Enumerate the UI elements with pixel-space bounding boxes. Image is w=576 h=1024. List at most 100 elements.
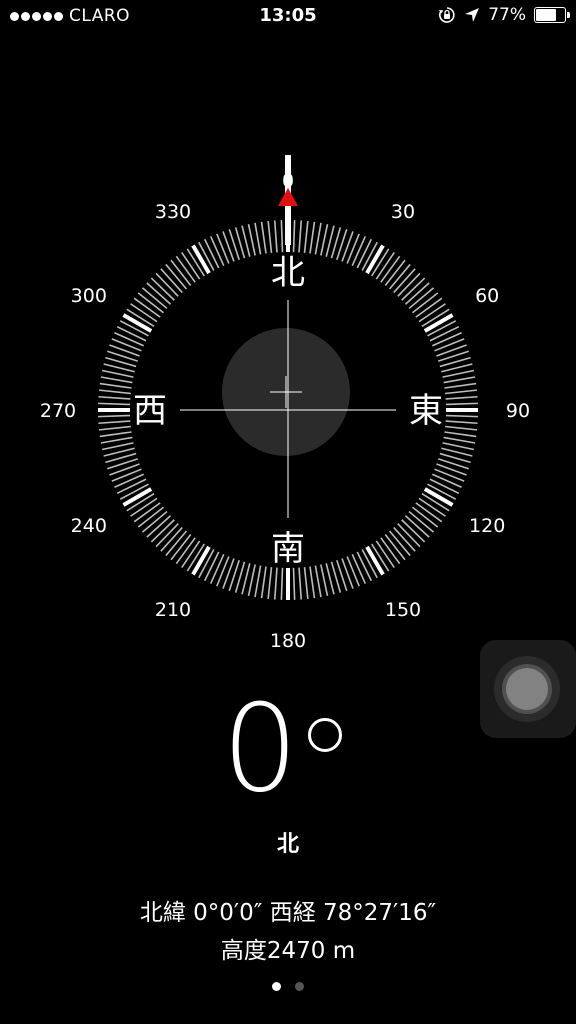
compass-minor-tick <box>444 431 477 438</box>
altitude: 高度2470 m <box>220 938 356 964</box>
degree-label-180: 180 <box>270 630 306 652</box>
page-dot[interactable] <box>272 982 281 991</box>
compass-minor-tick <box>98 395 131 400</box>
compass-minor-tick <box>436 344 467 357</box>
compass-dial[interactable]: 0306090120150180210240270300330 北 東 南 西 <box>0 0 576 700</box>
degree-label-330: 330 <box>155 201 191 223</box>
compass-major-tick <box>191 545 211 576</box>
compass-minor-tick <box>254 565 262 598</box>
cardinal-west: 西 <box>133 391 167 431</box>
compass-minor-tick <box>434 468 465 482</box>
compass-minor-tick <box>222 558 235 589</box>
page-dot[interactable] <box>295 982 304 991</box>
compass-minor-tick <box>298 567 303 600</box>
compass-minor-tick <box>298 220 303 253</box>
compass-minor-tick <box>292 220 296 253</box>
compass-minor-tick <box>320 564 329 597</box>
compass-minor-tick <box>309 566 316 599</box>
compass-major-tick <box>423 487 454 507</box>
compass-minor-tick <box>99 382 132 389</box>
compass-minor-tick <box>98 414 131 418</box>
compass-minor-tick <box>445 414 478 418</box>
compass-minor-tick <box>442 442 475 451</box>
compass-minor-tick <box>320 223 329 256</box>
compass-minor-tick <box>98 389 131 395</box>
compass-minor-tick <box>98 402 131 406</box>
compass-minor-tick <box>346 233 360 264</box>
compass-major-tick <box>423 313 454 333</box>
compass-minor-tick <box>341 231 354 262</box>
cardinal-north: 北 <box>271 253 305 293</box>
compass-minor-tick <box>267 567 273 600</box>
compass-minor-tick <box>341 558 354 589</box>
compass-minor-tick <box>314 222 322 255</box>
cardinal-south: 南 <box>271 529 305 569</box>
compass-minor-tick <box>254 222 262 255</box>
compass-minor-tick <box>445 389 478 395</box>
compass-minor-tick <box>260 566 267 599</box>
compass-major-tick <box>365 545 385 576</box>
compass-minor-tick <box>100 376 133 384</box>
compass-minor-tick <box>99 431 132 438</box>
compass-minor-tick <box>292 567 296 600</box>
compass-minor-tick <box>443 436 476 444</box>
compass-minor-tick <box>116 325 147 342</box>
compass-minor-tick <box>111 338 142 352</box>
compass-minor-tick <box>98 425 131 431</box>
compass-minor-tick <box>114 473 144 489</box>
degree-symbol <box>308 718 342 752</box>
compass-minor-tick <box>303 567 309 600</box>
compass-minor-tick <box>314 565 322 598</box>
compass-minor-tick <box>442 369 475 378</box>
coordinates: 北緯 0°0′0″ 西経 78°27′16″ <box>139 900 437 926</box>
compass-minor-tick <box>222 231 235 262</box>
degree-label-60: 60 <box>475 285 499 307</box>
degree-label-30: 30 <box>391 201 415 223</box>
compass-minor-tick <box>273 220 278 253</box>
assistive-touch-button[interactable] <box>480 640 576 738</box>
compass-minor-tick <box>434 338 465 352</box>
compass-minor-tick <box>303 220 309 253</box>
compass-minor-tick <box>273 567 278 600</box>
compass-minor-tick <box>209 554 225 584</box>
heading-direction: 北 <box>276 832 299 857</box>
compass-minor-tick <box>101 369 134 378</box>
degree-label-90: 90 <box>506 400 530 422</box>
compass-minor-tick <box>443 376 476 384</box>
compass-minor-tick <box>356 551 373 582</box>
compass-minor-tick <box>432 473 462 489</box>
compass-minor-tick <box>444 382 477 389</box>
compass-minor-tick <box>101 442 134 451</box>
compass-major-tick <box>365 244 385 275</box>
compass-minor-tick <box>351 236 367 266</box>
compass-minor-tick <box>216 233 230 264</box>
degree-label-240: 240 <box>71 515 107 537</box>
compass-minor-tick <box>114 331 144 347</box>
degree-label-120: 120 <box>469 515 505 537</box>
compass-minor-tick <box>216 556 230 587</box>
compass-major-tick <box>122 487 153 507</box>
compass-minor-tick <box>445 420 478 425</box>
compass-minor-tick <box>280 220 284 253</box>
heading-value: 0 <box>222 680 299 819</box>
compass-minor-tick <box>445 395 478 400</box>
compass-minor-tick <box>203 238 220 269</box>
degree-label-150: 150 <box>385 599 421 621</box>
compass-minor-tick <box>247 564 256 597</box>
compass-minor-tick <box>346 556 360 587</box>
degree-label-210: 210 <box>155 599 191 621</box>
compass-minor-tick <box>100 436 133 444</box>
degree-label-300: 300 <box>71 285 107 307</box>
compass-minor-tick <box>445 402 478 406</box>
compass-minor-tick <box>260 221 267 254</box>
compass-minor-tick <box>203 551 220 582</box>
page-indicator[interactable] <box>0 982 576 991</box>
compass-minor-tick <box>429 478 460 495</box>
compass-minor-tick <box>109 463 140 476</box>
compass-major-tick <box>191 244 211 275</box>
compass-minor-tick <box>116 478 147 495</box>
compass-minor-tick <box>98 420 131 425</box>
degree-label-270: 270 <box>40 400 76 422</box>
compass-minor-tick <box>432 331 462 347</box>
cardinal-east: 東 <box>409 391 443 431</box>
